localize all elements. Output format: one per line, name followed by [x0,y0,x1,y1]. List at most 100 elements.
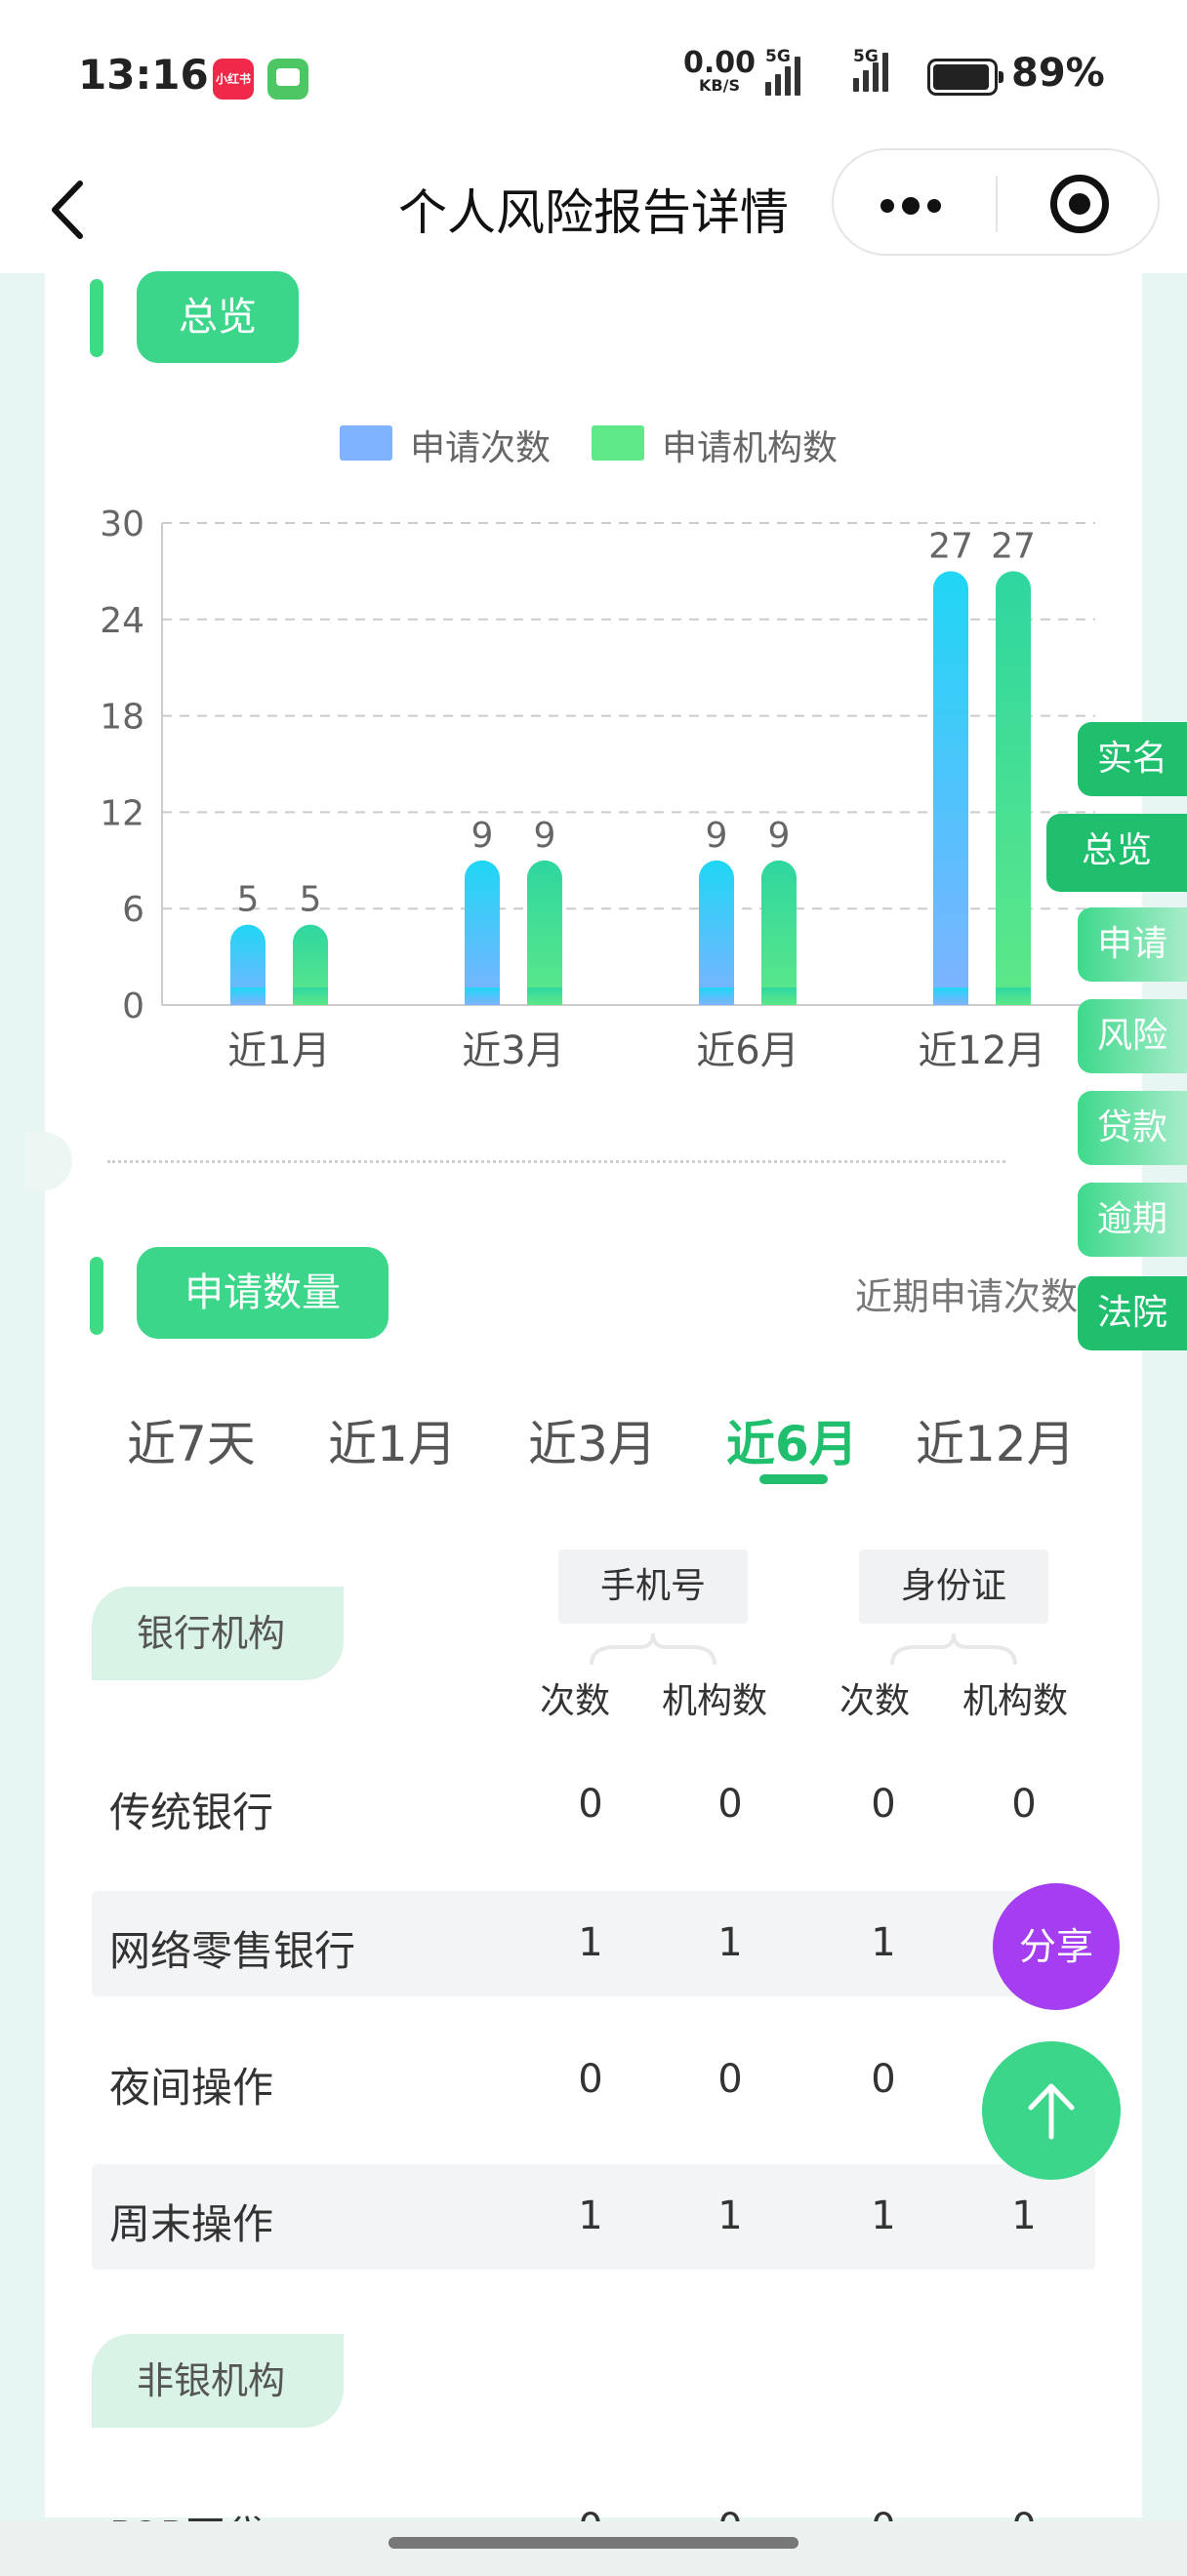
bottom-bar [0,2521,1187,2576]
cell-value: 0 [578,1782,603,1827]
x-tick-label: 近6月 [696,1028,798,1073]
table-row: 周末操作 1 1 1 1 [92,2164,1095,2270]
brace-icon [890,1632,1017,1666]
status-time: 13:16 [78,51,209,99]
row-label: 周末操作 [109,2200,274,2248]
data-label: 27 [991,526,1036,566]
cell-value: 0 [578,2057,603,2102]
data-label: 9 [471,816,494,856]
battery-icon [927,59,1003,96]
y-tick-label: 0 [122,986,144,1026]
xiaohongshu-icon: 小红书 [213,59,254,100]
network-speed: 0.00 KB/S [683,46,757,95]
data-label: 9 [534,816,556,856]
section-divider [107,1160,1005,1163]
side-nav-realname[interactable]: 实名 [1078,722,1187,796]
col-header-phone-org: 机构数 [661,1681,767,1721]
x-tick-label: 近12月 [919,1028,1046,1073]
tab-6m[interactable]: 近6月 [726,1405,858,1475]
bar-apply-org-count [527,860,562,1005]
apply-count-section-title: 申请数量 [137,1247,389,1339]
cell-value: 1 [578,1920,603,1965]
col-header-phone-count: 次数 [539,1681,610,1721]
cell-value: 0 [1011,1782,1037,1827]
table-row: 网络零售银行 1 1 1 [92,1891,1095,1996]
side-nav-risk[interactable]: 风险 [1078,999,1187,1073]
y-tick-label: 18 [100,698,144,738]
row-label: 网络零售银行 [109,1927,356,1975]
row-label: 夜间操作 [109,2064,274,2112]
share-button[interactable]: 分享 [993,1883,1120,2010]
x-tick-label: 近3月 [462,1028,564,1073]
bar-base [527,987,562,1005]
data-label: 9 [706,816,728,856]
close-miniprogram-icon[interactable] [1050,175,1109,233]
tab-3m[interactable]: 近3月 [528,1405,657,1475]
bar-apply-count [465,860,500,1005]
cell-value: 1 [871,1920,896,1965]
side-nav-overview[interactable]: 总览 [1046,814,1187,892]
cell-value: 0 [871,1782,896,1827]
category-tag-bank: 银行机构 [92,1587,344,1680]
tab-7d[interactable]: 近7天 [127,1405,256,1475]
bar-apply-count [699,860,734,1005]
cell-value: 1 [1011,2194,1037,2238]
cell-value: 0 [717,2057,743,2102]
scroll-top-button[interactable] [982,2041,1121,2180]
legend-swatch-apply-org-count [592,425,644,461]
signal-2-icon: 5G [853,47,892,92]
capsule-divider [996,176,998,232]
section-note: 近期申请次数 [855,1275,1079,1318]
bar-apply-org-count [996,571,1031,1005]
brace-icon [590,1632,716,1666]
more-icon[interactable] [880,195,949,217]
y-tick-label: 12 [100,793,144,833]
active-tab-indicator [759,1474,828,1484]
bar-base [933,987,968,1005]
tab-1m[interactable]: 近1月 [328,1405,457,1475]
overview-bar-chart: 06121824305 5近1月9 9近3月9 9近6月27 27近12月 [100,504,1095,1073]
bar-apply-org-count [761,860,797,1005]
cell-value: 1 [871,2194,896,2238]
y-tick-label: 6 [122,890,144,930]
y-tick-label: 24 [100,601,144,641]
status-bar: 13:16 小红书 0.00 KB/S 5G 5G 89% [0,0,1187,146]
bar-base [230,987,266,1005]
cell-value: 1 [717,2194,743,2238]
miniprogram-capsule [832,148,1160,256]
cell-value: 1 [578,2194,603,2238]
side-nav-apply[interactable]: 申请 [1078,907,1187,982]
table-row: 夜间操作 0 0 0 [92,2028,1095,2133]
overview-section-title: 总览 [137,271,299,363]
legend-swatch-apply-count [340,425,392,461]
data-label: 27 [928,526,973,566]
x-tick-label: 近1月 [227,1028,330,1073]
legend-apply-count: 申请次数 [410,428,552,468]
cell-value: 1 [717,1920,743,1965]
category-tag-nonbank: 非银机构 [92,2334,344,2428]
section-accent-bar [90,1257,103,1335]
cell-value: 0 [717,1782,743,1827]
data-label: 5 [300,880,322,920]
side-nav-court[interactable]: 法院 [1078,1276,1187,1350]
bar-base [293,987,328,1005]
group-header-phone: 手机号 [558,1550,748,1624]
message-app-icon [267,59,308,100]
tab-12m[interactable]: 近12月 [916,1405,1076,1475]
arrow-up-icon [1028,2083,1075,2140]
bar-apply-count [933,571,968,1005]
cell-value: 0 [871,2057,896,2102]
signal-1-icon: 5G [765,47,804,96]
group-header-idcard: 身份证 [859,1550,1048,1624]
bar-base [996,987,1031,1005]
bar-base [761,987,797,1005]
bar-base [465,987,500,1005]
side-nav-loan[interactable]: 贷款 [1078,1091,1187,1165]
home-indicator[interactable] [389,2537,798,2549]
side-nav-overdue[interactable]: 逾期 [1078,1183,1187,1257]
col-header-id-org: 机构数 [962,1681,1068,1721]
col-header-id-count: 次数 [839,1681,910,1721]
battery-percent: 89% [1011,51,1105,96]
y-tick-label: 30 [100,504,144,544]
nav-bar: 个人风险报告详情 [0,146,1187,273]
